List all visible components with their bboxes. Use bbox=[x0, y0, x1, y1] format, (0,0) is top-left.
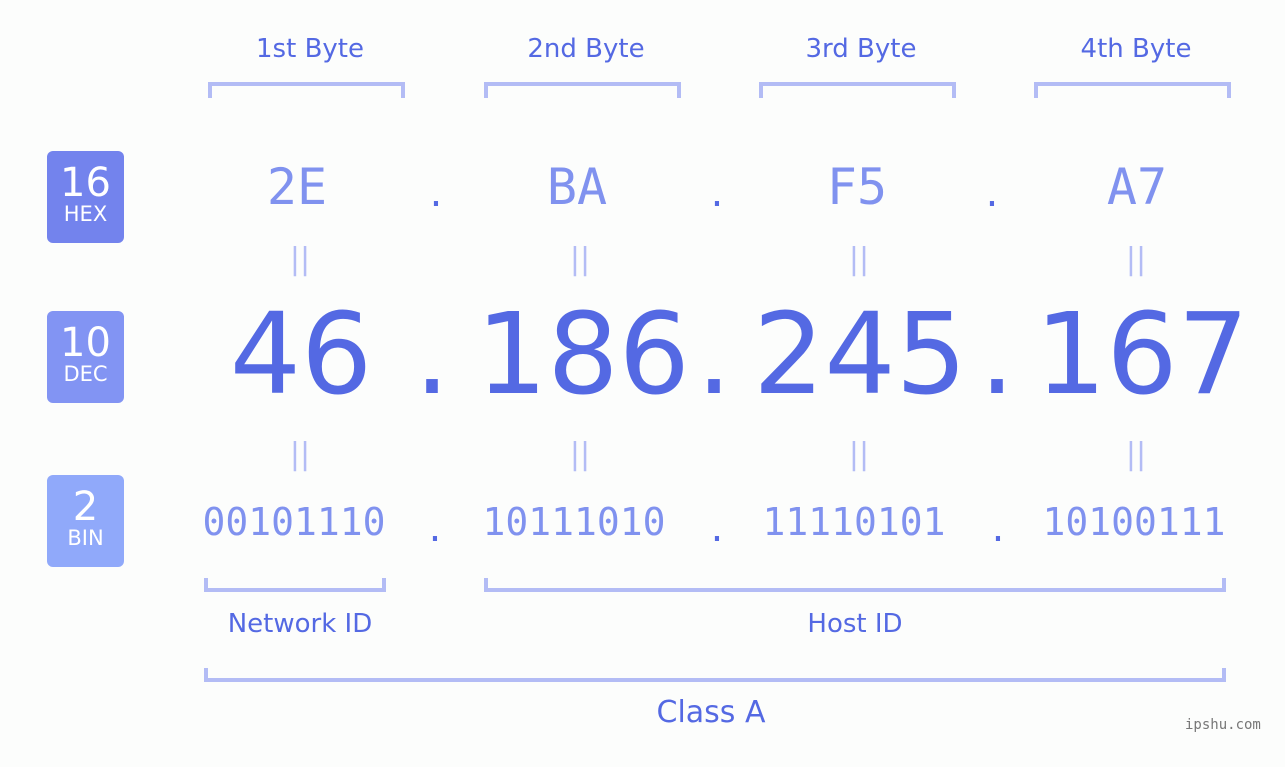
equals-icon: || bbox=[848, 437, 870, 472]
equals-icon: || bbox=[1125, 437, 1147, 472]
bin-separator-1: . bbox=[428, 505, 442, 551]
byte-bracket-1 bbox=[208, 82, 405, 98]
hex-byte-2: BA bbox=[546, 158, 608, 216]
byte-label-1: 1st Byte bbox=[256, 34, 364, 64]
bin-byte-2: 10111010 bbox=[482, 500, 666, 544]
bin-separator-3: . bbox=[991, 505, 1005, 551]
hex-byte-1: 2E bbox=[266, 158, 328, 216]
dec-byte-2: 186 bbox=[476, 290, 690, 420]
hex-separator-1: . bbox=[429, 170, 443, 216]
hex-badge-base: 16 bbox=[60, 160, 111, 206]
dec-badge-base: 10 bbox=[60, 320, 111, 366]
dec-separator-1: . bbox=[414, 290, 450, 420]
bin-badge-label: BIN bbox=[67, 526, 104, 550]
equals-icon: || bbox=[569, 242, 591, 277]
byte-label-2: 2nd Byte bbox=[527, 34, 645, 64]
dec-badge-label: DEC bbox=[63, 362, 108, 386]
host-id-bracket bbox=[484, 578, 1226, 592]
bin-byte-3: 11110101 bbox=[762, 500, 946, 544]
byte-bracket-3 bbox=[759, 82, 956, 98]
byte-bracket-4 bbox=[1034, 82, 1231, 98]
bin-byte-4: 10100111 bbox=[1042, 500, 1226, 544]
hex-byte-4: A7 bbox=[1106, 158, 1168, 216]
bin-byte-1: 00101110 bbox=[202, 500, 386, 544]
network-id-label: Network ID bbox=[227, 609, 373, 639]
byte-label-3: 3rd Byte bbox=[805, 34, 917, 64]
dec-separator-2: . bbox=[696, 290, 732, 420]
dec-byte-3: 245 bbox=[753, 290, 967, 420]
class-label: Class A bbox=[656, 695, 766, 730]
equals-icon: || bbox=[569, 437, 591, 472]
dec-byte-4: 167 bbox=[1035, 290, 1249, 420]
hex-byte-3: F5 bbox=[826, 158, 888, 216]
bin-badge: 2 BIN bbox=[47, 475, 124, 567]
dec-badge: 10 DEC bbox=[47, 311, 124, 403]
host-id-label: Host ID bbox=[807, 609, 903, 639]
equals-icon: || bbox=[289, 437, 311, 472]
equals-icon: || bbox=[1125, 242, 1147, 277]
byte-label-4: 4th Byte bbox=[1080, 34, 1192, 64]
dec-byte-1: 46 bbox=[229, 290, 373, 420]
watermark: ipshu.com bbox=[1185, 717, 1261, 733]
dec-separator-3: . bbox=[979, 290, 1015, 420]
equals-icon: || bbox=[848, 242, 870, 277]
bin-separator-2: . bbox=[710, 505, 724, 551]
byte-bracket-2 bbox=[484, 82, 681, 98]
equals-icon: || bbox=[289, 242, 311, 277]
hex-badge-label: HEX bbox=[63, 202, 108, 226]
hex-badge: 16 HEX bbox=[47, 151, 124, 243]
hex-separator-3: . bbox=[985, 170, 999, 216]
bin-badge-base: 2 bbox=[72, 484, 99, 530]
class-bracket bbox=[204, 668, 1226, 682]
network-id-bracket bbox=[204, 578, 386, 592]
hex-separator-2: . bbox=[710, 170, 724, 216]
